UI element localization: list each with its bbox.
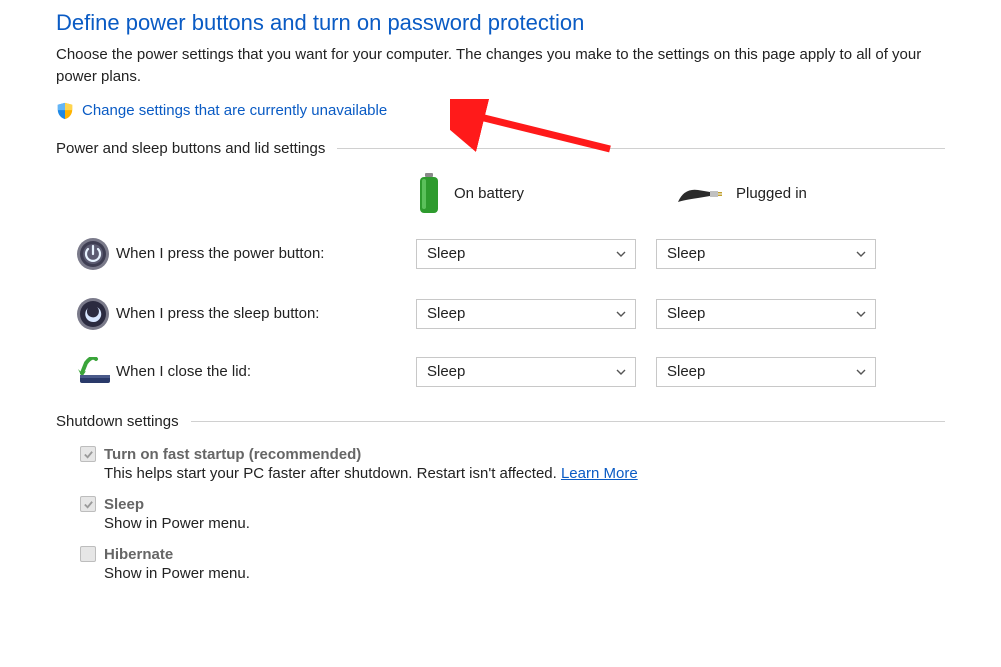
select-value: Sleep — [427, 245, 465, 262]
chevron-down-icon — [615, 366, 627, 378]
sleep-button-plugged-select[interactable]: Sleep — [656, 299, 876, 329]
row-label: When I press the power button: — [116, 245, 416, 262]
checkbox-label: Turn on fast startup (recommended) — [104, 446, 361, 463]
divider — [337, 148, 945, 149]
select-value: Sleep — [667, 305, 705, 322]
select-value: Sleep — [427, 305, 465, 322]
change-settings-link[interactable]: Change settings that are currently unava… — [82, 102, 387, 119]
checkbox-label: Hibernate — [104, 546, 173, 563]
chevron-down-icon — [855, 366, 867, 378]
column-header-plugged: Plugged in — [676, 182, 916, 206]
section-title-shutdown: Shutdown settings — [56, 413, 179, 430]
select-value: Sleep — [427, 363, 465, 380]
lid-icon — [76, 357, 114, 387]
column-label-plugged: Plugged in — [736, 185, 807, 202]
chevron-down-icon — [855, 248, 867, 260]
page-title: Define power buttons and turn on passwor… — [56, 10, 945, 36]
power-button-battery-select[interactable]: Sleep — [416, 239, 636, 269]
section-title-power-sleep: Power and sleep buttons and lid settings — [56, 140, 325, 157]
sub-text: This helps start your PC faster after sh… — [104, 465, 561, 482]
divider — [191, 421, 945, 422]
sleep-icon — [76, 297, 110, 331]
checkbox-item-fast-startup: Turn on fast startup (recommended) This … — [80, 446, 945, 482]
battery-icon — [416, 173, 442, 215]
lid-battery-select[interactable]: Sleep — [416, 357, 636, 387]
select-value: Sleep — [667, 245, 705, 262]
row-label: When I close the lid: — [116, 363, 416, 380]
check-icon — [83, 449, 94, 460]
column-label-battery: On battery — [454, 185, 524, 202]
chevron-down-icon — [615, 248, 627, 260]
page-description: Choose the power settings that you want … — [56, 44, 926, 88]
checkbox-sub: Show in Power menu. — [104, 565, 945, 582]
row-label: When I press the sleep button: — [116, 305, 416, 322]
fast-startup-checkbox[interactable] — [80, 446, 96, 462]
select-value: Sleep — [667, 363, 705, 380]
checkbox-item-hibernate: Hibernate Show in Power menu. — [80, 546, 945, 582]
row-power-button: When I press the power button: Sleep Sle… — [56, 237, 945, 271]
power-icon — [76, 237, 110, 271]
lid-plugged-select[interactable]: Sleep — [656, 357, 876, 387]
learn-more-link[interactable]: Learn More — [561, 465, 638, 482]
checkbox-sub: This helps start your PC faster after sh… — [104, 465, 945, 482]
checkbox-sub: Show in Power menu. — [104, 515, 945, 532]
column-header-battery: On battery — [416, 173, 656, 215]
hibernate-checkbox[interactable] — [80, 546, 96, 562]
row-lid: When I close the lid: Sleep Sleep — [56, 357, 945, 387]
shield-icon — [56, 102, 74, 120]
chevron-down-icon — [855, 308, 867, 320]
checkbox-label: Sleep — [104, 496, 144, 513]
row-sleep-button: When I press the sleep button: Sleep Sle… — [56, 297, 945, 331]
sleep-button-battery-select[interactable]: Sleep — [416, 299, 636, 329]
power-button-plugged-select[interactable]: Sleep — [656, 239, 876, 269]
plug-icon — [676, 182, 724, 206]
checkbox-item-sleep: Sleep Show in Power menu. — [80, 496, 945, 532]
check-icon — [83, 499, 94, 510]
chevron-down-icon — [615, 308, 627, 320]
sleep-checkbox[interactable] — [80, 496, 96, 512]
